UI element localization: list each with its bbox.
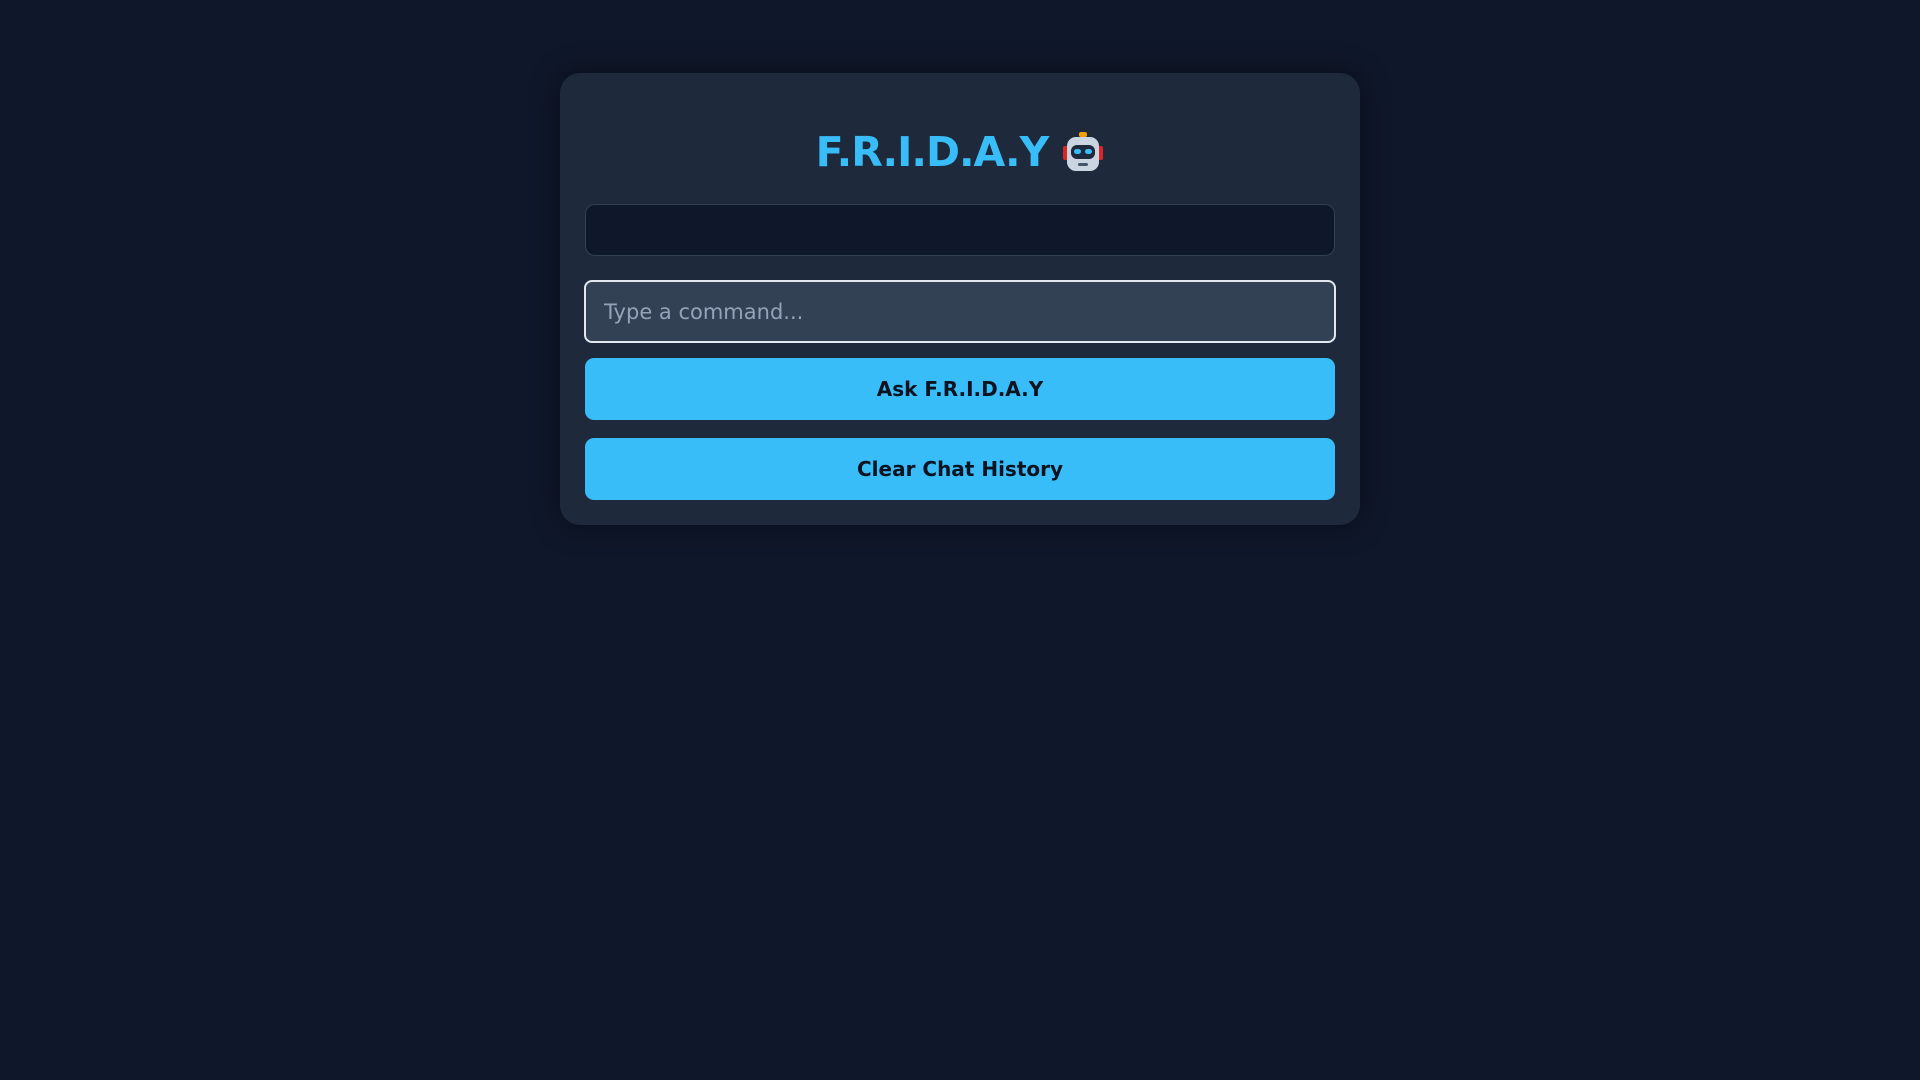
robot-icon	[1062, 130, 1104, 174]
title-text: F.R.I.D.A.Y	[815, 128, 1050, 176]
command-input[interactable]	[584, 280, 1336, 343]
ask-friday-button[interactable]: Ask F.R.I.D.A.Y	[585, 358, 1335, 420]
clear-chat-history-button[interactable]: Clear Chat History	[585, 438, 1335, 500]
chat-history-box	[585, 204, 1335, 256]
page-title: F.R.I.D.A.Y	[0, 122, 1920, 182]
